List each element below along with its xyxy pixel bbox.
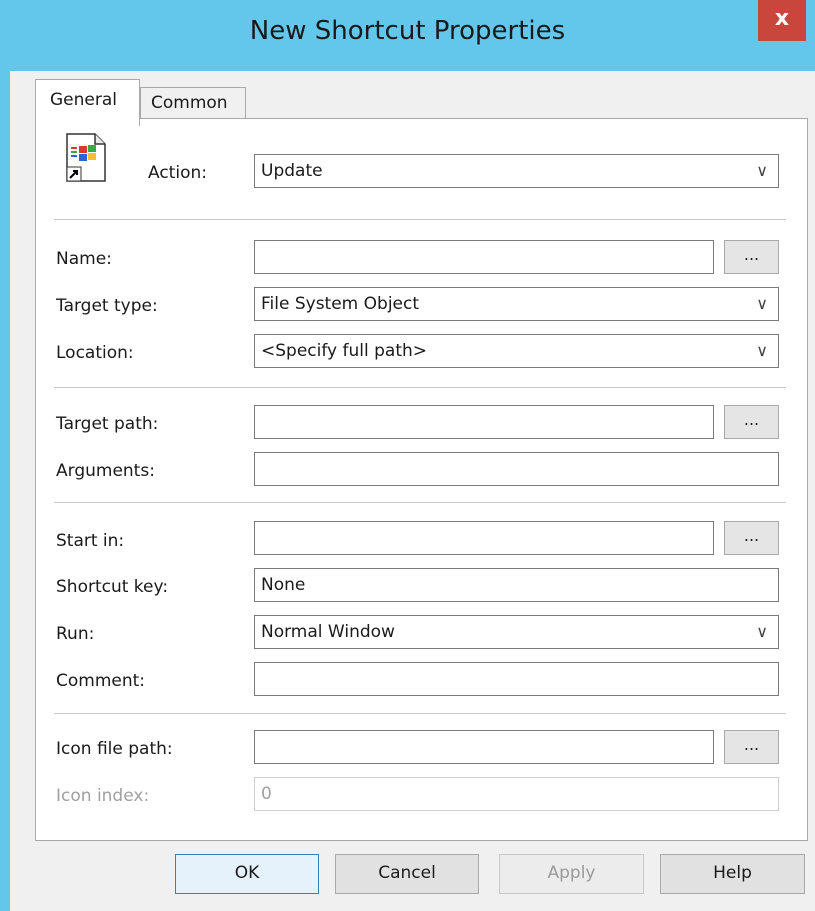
run-value: Normal Window: [261, 622, 395, 642]
separator: [54, 387, 786, 388]
target-path-browse-button[interactable]: ...: [724, 405, 779, 439]
tab-general[interactable]: General: [35, 79, 140, 126]
icon-file-path-input[interactable]: [254, 730, 714, 764]
location-value: <Specify full path>: [261, 341, 428, 361]
shortcut-key-input[interactable]: None: [254, 568, 779, 602]
comment-label: Comment:: [56, 671, 146, 691]
name-browse-button[interactable]: ...: [724, 240, 779, 274]
close-button[interactable]: x: [758, 0, 806, 41]
icon-index-input: 0: [254, 777, 779, 811]
shortcut-key-label: Shortcut key:: [56, 577, 169, 597]
icon-file-path-label: Icon file path:: [56, 739, 173, 759]
comment-input[interactable]: [254, 662, 779, 696]
name-label: Name:: [56, 249, 112, 269]
title-bar: New Shortcut Properties x: [0, 0, 815, 71]
name-input[interactable]: [254, 240, 714, 274]
target-type-dropdown[interactable]: File System Object ∨: [254, 287, 779, 321]
target-type-label: Target type:: [56, 296, 158, 316]
window-title: New Shortcut Properties: [249, 16, 566, 46]
apply-button: Apply: [499, 854, 644, 894]
chevron-down-icon: ∨: [756, 161, 768, 180]
cancel-button[interactable]: Cancel: [335, 854, 479, 894]
dialog-window: New Shortcut Properties x General Common…: [0, 0, 815, 911]
windows-shortcut-icon: [66, 133, 106, 182]
chevron-down-icon: ∨: [756, 294, 768, 313]
start-in-label: Start in:: [56, 531, 125, 551]
run-label: Run:: [56, 624, 95, 644]
icon-file-path-browse-button[interactable]: ...: [724, 730, 779, 764]
chevron-down-icon: ∨: [756, 622, 768, 641]
window-frame-left: [0, 0, 10, 911]
icon-index-label: Icon index:: [56, 786, 150, 806]
dialog-client-area: General Common Action: Update ∨ Name: ..…: [10, 71, 815, 911]
general-tab-panel: Action: Update ∨ Name: ... Target type: …: [35, 118, 808, 841]
ok-button[interactable]: OK: [175, 854, 319, 894]
tab-general-label: General: [50, 90, 117, 110]
start-in-browse-button[interactable]: ...: [724, 521, 779, 555]
close-icon: x: [774, 6, 790, 31]
tab-common[interactable]: Common: [140, 87, 246, 121]
separator: [54, 219, 786, 220]
target-path-label: Target path:: [56, 414, 159, 434]
action-label: Action:: [148, 163, 207, 183]
arguments-input[interactable]: [254, 452, 779, 486]
separator: [54, 713, 786, 714]
separator: [54, 502, 786, 503]
location-dropdown[interactable]: <Specify full path> ∨: [254, 334, 779, 368]
arguments-label: Arguments:: [56, 461, 155, 481]
help-button[interactable]: Help: [660, 854, 805, 894]
action-dropdown[interactable]: Update ∨: [254, 154, 779, 188]
icon-index-value: 0: [261, 784, 272, 804]
chevron-down-icon: ∨: [756, 341, 768, 360]
target-type-value: File System Object: [261, 294, 420, 314]
start-in-input[interactable]: [254, 521, 714, 555]
run-dropdown[interactable]: Normal Window ∨: [254, 615, 779, 649]
tab-common-label: Common: [151, 93, 228, 113]
target-path-input[interactable]: [254, 405, 714, 439]
location-label: Location:: [56, 343, 134, 363]
action-value: Update: [261, 161, 323, 181]
